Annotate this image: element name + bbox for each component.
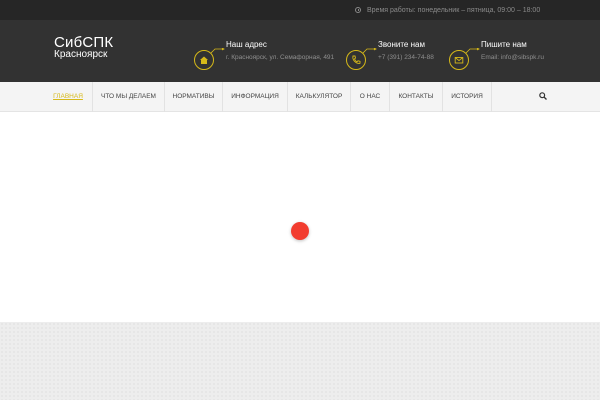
nav-item-label: КОНТАКТЫ — [398, 93, 434, 100]
contact-phone-value[interactable]: +7 (391) 234-74-88 — [378, 54, 434, 61]
nav-item-information[interactable]: ИНФОРМАЦИЯ — [223, 82, 287, 112]
logo-subtitle: Красноярск — [54, 49, 108, 60]
arrow-icon — [466, 48, 480, 54]
footer-background — [0, 322, 600, 400]
nav-item-home[interactable]: ГЛАВНАЯ — [44, 82, 92, 112]
nav-item-label: НОРМАТИВЫ — [172, 93, 215, 100]
nav-item-label: ЧТО МЫ ДЕЛАЕМ — [101, 93, 156, 100]
nav-item-history[interactable]: ИСТОРИЯ — [443, 82, 491, 112]
main-nav: ГЛАВНАЯ ЧТО МЫ ДЕЛАЕМ НОРМАТИВЫ ИНФОРМАЦ… — [0, 82, 600, 112]
nav-item-calculator[interactable]: КАЛЬКУЛЯТОР — [288, 82, 350, 112]
loading-spinner — [291, 222, 309, 240]
arrow-icon — [363, 48, 377, 54]
working-hours: Время работы: понедельник – пятница, 09:… — [355, 4, 540, 16]
page-content — [0, 112, 600, 322]
nav-item-label: КАЛЬКУЛЯТОР — [295, 93, 343, 100]
contact-email-value[interactable]: Email: info@sibspk.ru — [481, 54, 544, 61]
nav-item-standards[interactable]: НОРМАТИВЫ — [165, 82, 222, 112]
nav-item-label: ИНФОРМАЦИЯ — [231, 93, 279, 100]
clock-icon — [355, 7, 361, 13]
logo-title: СибСПК — [54, 34, 114, 51]
arrow-icon — [211, 48, 225, 54]
contact-address-value: г. Красноярск, ул. Семафорная, 491 — [226, 54, 335, 61]
site-logo[interactable]: СибСПК Красноярск — [54, 35, 113, 60]
contact-phone-title: Звоните нам — [378, 40, 425, 49]
contact-email-title: Пишите нам — [481, 40, 527, 49]
nav-item-what-we-do[interactable]: ЧТО МЫ ДЕЛАЕМ — [93, 82, 164, 112]
contact-address-title: Наш адрес — [226, 40, 267, 49]
nav-item-contacts[interactable]: КОНТАКТЫ — [390, 82, 442, 112]
search-icon[interactable] — [539, 92, 547, 100]
nav-item-about[interactable]: О НАС — [351, 82, 389, 112]
nav-item-label: О НАС — [359, 93, 381, 100]
site-header: СибСПК Красноярск Наш адрес г. Красноярс… — [0, 20, 600, 82]
nav-item-label: ГЛАВНАЯ — [53, 93, 83, 100]
working-hours-text: Время работы: понедельник – пятница, 09:… — [367, 6, 541, 14]
top-info-bar: Время работы: понедельник – пятница, 09:… — [0, 0, 600, 20]
nav-item-label: ИСТОРИЯ — [451, 93, 483, 100]
